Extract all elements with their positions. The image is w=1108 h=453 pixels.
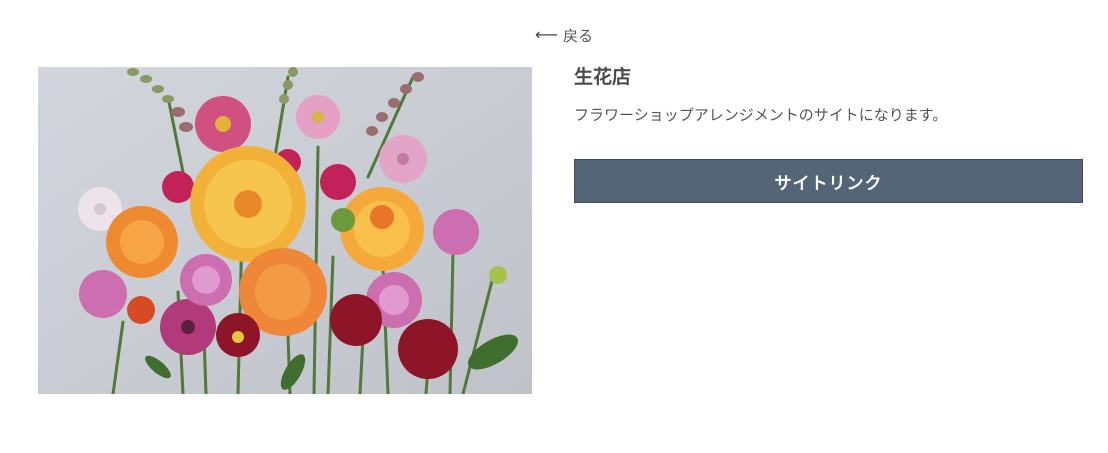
site-link-button[interactable]: サイトリンク (574, 159, 1083, 203)
shop-title: 生花店 (574, 66, 632, 88)
shop-detail: 生花店 フラワーショップアレンジメントのサイトになります。 サイトリンク (574, 62, 1083, 203)
page: ⟵ 戻る 生花店 フラワーショップアレンジメントのサイトになります。 サイトリン… (0, 0, 1108, 453)
arrow-left-icon: ⟵ (535, 25, 558, 44)
shop-description: フラワーショップアレンジメントのサイトになります。 (574, 106, 948, 124)
flower-photo (38, 67, 532, 394)
back-link[interactable]: ⟵ 戻る (535, 24, 593, 46)
back-link-label: 戻る (562, 26, 593, 45)
